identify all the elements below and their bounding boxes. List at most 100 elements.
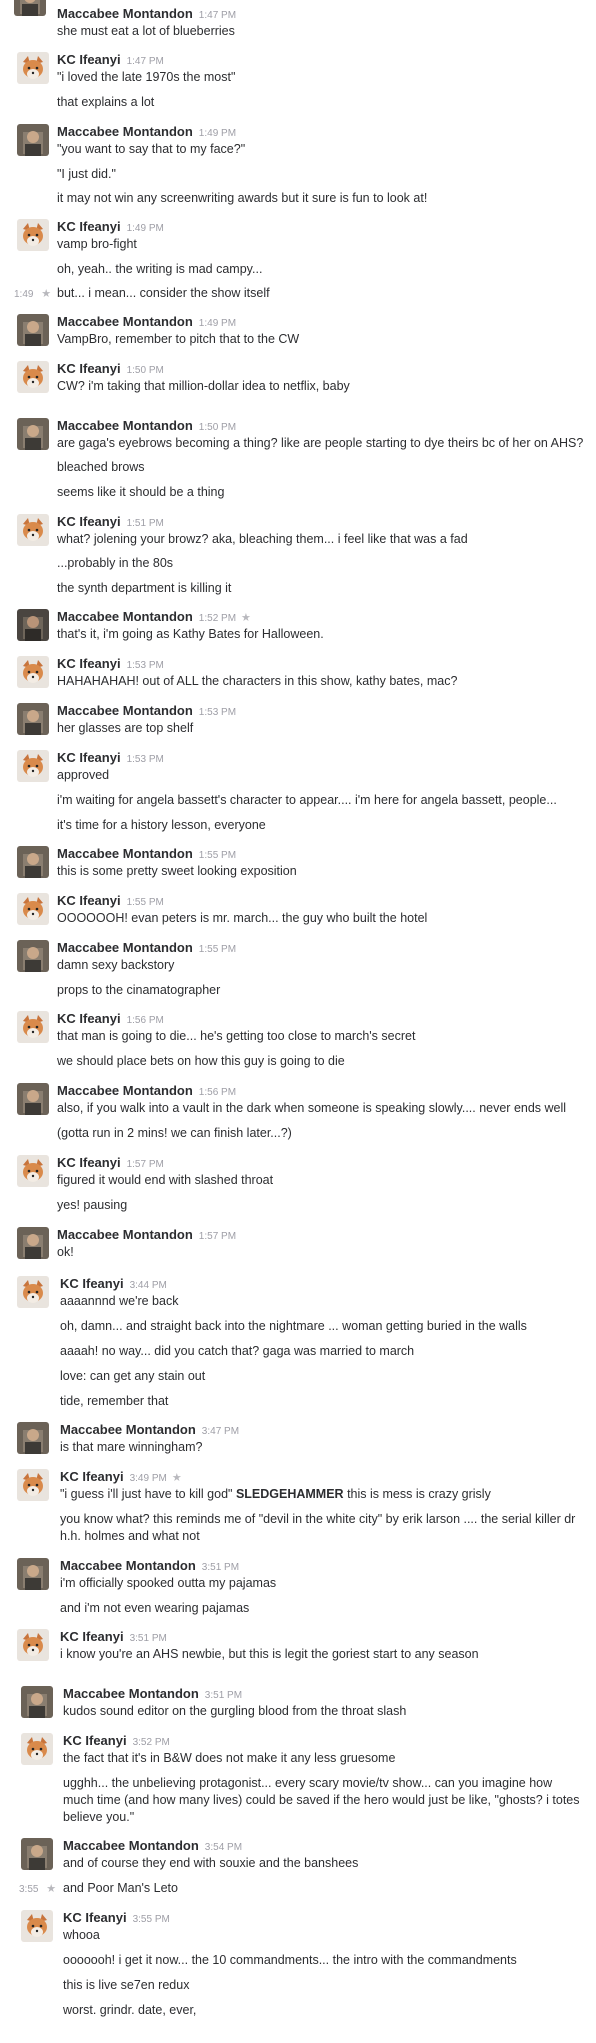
- message-text: and of course they end with souxie and t…: [63, 1856, 359, 1870]
- sender-name[interactable]: KC Ifeanyi: [57, 656, 121, 671]
- timestamp[interactable]: 3:52 PM: [133, 1737, 170, 1748]
- sender-name[interactable]: Maccabee Montandon: [63, 1838, 199, 1853]
- avatar[interactable]: [21, 1686, 53, 1718]
- timestamp[interactable]: 1:47 PM: [127, 56, 164, 67]
- sender-name[interactable]: KC Ifeanyi: [57, 514, 121, 529]
- timestamp[interactable]: 1:49 PM: [199, 128, 236, 139]
- timestamp[interactable]: 1:55 PM: [199, 850, 236, 861]
- timestamp[interactable]: 3:51 PM: [130, 1633, 167, 1644]
- sender-name[interactable]: KC Ifeanyi: [60, 1629, 124, 1644]
- message-text: that man is going to die... he's getting…: [57, 1029, 416, 1043]
- sender-name[interactable]: KC Ifeanyi: [57, 219, 121, 234]
- timestamp[interactable]: 1:57 PM: [199, 1231, 236, 1242]
- avatar[interactable]: [17, 609, 49, 641]
- sender-name[interactable]: Maccabee Montandon: [57, 1227, 193, 1242]
- star-icon[interactable]: ★: [46, 1883, 56, 1895]
- sender-name[interactable]: Maccabee Montandon: [57, 1083, 193, 1098]
- timestamp[interactable]: 1:57 PM: [127, 1159, 164, 1170]
- avatar[interactable]: [17, 846, 49, 878]
- avatar[interactable]: [17, 314, 49, 346]
- sender-name[interactable]: Maccabee Montandon: [57, 940, 193, 955]
- timestamp[interactable]: 1:50 PM: [199, 422, 236, 433]
- sender-name[interactable]: Maccabee Montandon: [60, 1422, 196, 1437]
- avatar[interactable]: [17, 940, 49, 972]
- sender-name[interactable]: Maccabee Montandon: [63, 1686, 199, 1701]
- timestamp[interactable]: 1:56 PM: [199, 1087, 236, 1098]
- fox-avatar[interactable]: [21, 1733, 53, 1765]
- fox-avatar[interactable]: [17, 361, 49, 393]
- message-text: HAHAHAHAH! out of ALL the characters in …: [57, 674, 458, 688]
- timestamp[interactable]: 3:51 PM: [205, 1690, 242, 1701]
- sender-name[interactable]: KC Ifeanyi: [57, 750, 121, 765]
- sender-name[interactable]: KC Ifeanyi: [60, 1469, 124, 1484]
- avatar[interactable]: [17, 418, 49, 450]
- sender-name[interactable]: Maccabee Montandon: [57, 418, 193, 433]
- message-text: CW? i'm taking that million-dollar idea …: [57, 379, 350, 393]
- sender-name[interactable]: Maccabee Montandon: [60, 1558, 196, 1573]
- fox-avatar[interactable]: [17, 219, 49, 251]
- timestamp[interactable]: 3:55 PM: [133, 1914, 170, 1925]
- fox-avatar[interactable]: [17, 52, 49, 84]
- avatar[interactable]: [17, 124, 49, 156]
- timestamp[interactable]: 3:51 PM: [202, 1562, 239, 1573]
- fox-avatar[interactable]: [17, 1469, 49, 1501]
- fox-avatar[interactable]: [21, 1910, 53, 1942]
- star-icon[interactable]: ★: [41, 288, 51, 300]
- avatar[interactable]: [21, 1838, 53, 1870]
- hover-timestamp[interactable]: 1:49 ★: [14, 287, 51, 300]
- message-text: love: can get any stain out: [60, 1369, 206, 1383]
- timestamp[interactable]: 1:53 PM: [199, 707, 236, 718]
- avatar[interactable]: [17, 1083, 49, 1115]
- fox-avatar[interactable]: [17, 514, 49, 546]
- timestamp[interactable]: 1:49 PM: [127, 223, 164, 234]
- timestamp[interactable]: 3:44 PM: [130, 1280, 167, 1291]
- timestamp[interactable]: 1:52 PM: [199, 613, 236, 624]
- sender-name[interactable]: Maccabee Montandon: [57, 6, 193, 21]
- message-text: props to the cinamatographer: [57, 983, 221, 997]
- sender-name[interactable]: KC Ifeanyi: [57, 893, 121, 908]
- timestamp[interactable]: 3:54 PM: [205, 1842, 242, 1853]
- timestamp[interactable]: 1:47 PM: [199, 10, 236, 21]
- hover-timestamp[interactable]: 3:55 ★: [19, 1882, 56, 1895]
- timestamp[interactable]: 3:49 PM: [130, 1473, 167, 1484]
- sender-name[interactable]: KC Ifeanyi: [57, 52, 121, 67]
- sender-name[interactable]: KC Ifeanyi: [57, 1011, 121, 1026]
- timestamp[interactable]: 3:47 PM: [202, 1426, 239, 1437]
- avatar[interactable]: [17, 1558, 49, 1590]
- timestamp[interactable]: 1:50 PM: [127, 365, 164, 376]
- message-text: oh, damn... and straight back into the n…: [60, 1319, 527, 1333]
- timestamp[interactable]: 1:55 PM: [199, 944, 236, 955]
- avatar[interactable]: [17, 703, 49, 735]
- timestamp[interactable]: 1:51 PM: [127, 518, 164, 529]
- message-text: the synth department is killing it: [57, 581, 232, 595]
- star-icon[interactable]: ★: [172, 1472, 182, 1484]
- sender-name[interactable]: KC Ifeanyi: [63, 1733, 127, 1748]
- fox-avatar[interactable]: [17, 1629, 49, 1661]
- sender-name[interactable]: Maccabee Montandon: [57, 314, 193, 329]
- sender-name[interactable]: Maccabee Montandon: [57, 609, 193, 624]
- fox-avatar[interactable]: [17, 1011, 49, 1043]
- sender-name[interactable]: KC Ifeanyi: [63, 1910, 127, 1925]
- star-icon[interactable]: ★: [241, 612, 251, 624]
- sender-name[interactable]: KC Ifeanyi: [57, 361, 121, 376]
- sender-name[interactable]: Maccabee Montandon: [57, 124, 193, 139]
- timestamp[interactable]: 1:55 PM: [127, 897, 164, 908]
- timestamp[interactable]: 1:49 PM: [199, 318, 236, 329]
- avatar[interactable]: [17, 1227, 49, 1259]
- avatar[interactable]: [17, 1422, 49, 1454]
- fox-avatar[interactable]: [17, 656, 49, 688]
- timestamp[interactable]: 1:53 PM: [127, 754, 164, 765]
- fox-avatar[interactable]: [17, 1155, 49, 1187]
- sender-name[interactable]: Maccabee Montandon: [57, 846, 193, 861]
- timestamp[interactable]: 1:56 PM: [127, 1015, 164, 1026]
- sender-name[interactable]: KC Ifeanyi: [57, 1155, 121, 1170]
- fox-avatar[interactable]: [17, 1276, 49, 1308]
- sender-name[interactable]: KC Ifeanyi: [60, 1276, 124, 1291]
- sender-name[interactable]: Maccabee Montandon: [57, 703, 193, 718]
- avatar[interactable]: [14, 0, 46, 16]
- fox-avatar[interactable]: [17, 893, 49, 925]
- fox-avatar[interactable]: [17, 750, 49, 782]
- message-text: we should place bets on how this guy is …: [57, 1054, 345, 1068]
- timestamp[interactable]: 1:53 PM: [127, 660, 164, 671]
- message-text: it may not win any screenwriting awards …: [57, 191, 428, 205]
